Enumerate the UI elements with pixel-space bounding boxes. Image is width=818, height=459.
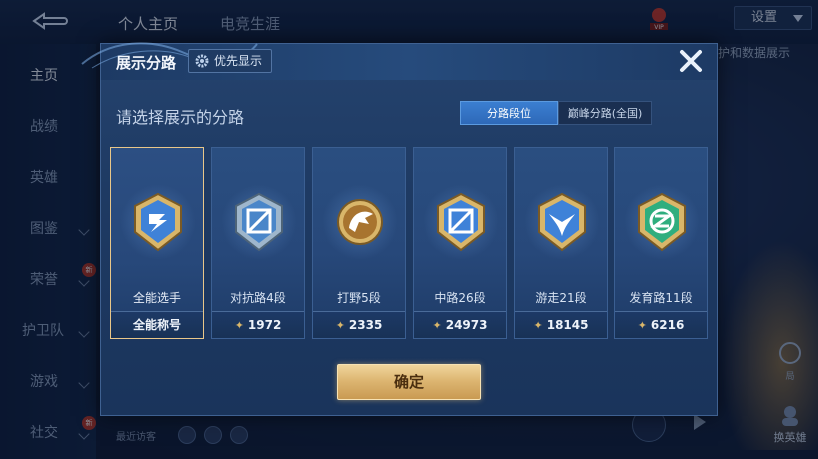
lane-card-jungle[interactable]: 打野5段 ✦ 2335 [312, 147, 406, 339]
farm-lane-badge-icon [638, 192, 686, 252]
priority-display-button[interactable]: 优先显示 [188, 49, 272, 73]
roam-badge-icon [538, 192, 586, 252]
rank-star-icon: ✦ [335, 319, 345, 332]
rank-star-icon: ✦ [432, 319, 442, 332]
lane-card-title: 全能称号 [111, 312, 203, 338]
lane-card-score: ✦ 18145 [515, 312, 607, 338]
lane-card-farm[interactable]: 发育路11段 ✦ 6216 [614, 147, 708, 339]
rank-star-icon: ✦ [533, 319, 543, 332]
select-lane-prompt: 请选择展示的分路 [116, 108, 245, 127]
clash-lane-badge-icon [235, 192, 283, 252]
lane-card-score: ✦ 6216 [615, 312, 707, 338]
mid-lane-badge-icon [437, 192, 485, 252]
lane-card-score: ✦ 2335 [313, 312, 405, 338]
tab-peak-lane[interactable]: 巅峰分路(全国) [558, 101, 652, 125]
lane-card-score: ✦ 24973 [414, 312, 506, 338]
lane-card-mid[interactable]: 中路26段 ✦ 24973 [413, 147, 507, 339]
lane-card-score-value: 6216 [650, 318, 685, 332]
lane-card-label: 发育路11段 [629, 291, 693, 305]
jungle-badge-icon [337, 199, 383, 245]
lane-card-label: 全能选手 [132, 291, 181, 305]
lane-card-label: 对抗路4段 [230, 291, 286, 305]
confirm-button[interactable]: 确定 [337, 364, 481, 400]
dialog-title: 展示分路 [116, 54, 177, 72]
tab-lane-rank[interactable]: 分路段位 [460, 101, 558, 125]
all-round-badge-icon [134, 192, 182, 252]
lane-card-clash[interactable]: 对抗路4段 ✦ 1972 [211, 147, 305, 339]
priority-display-label: 优先显示 [214, 54, 263, 68]
gear-icon [195, 54, 209, 68]
lane-card-label: 打野5段 [337, 291, 381, 305]
lane-card-score-value: 24973 [445, 318, 488, 332]
lane-card-label: 游走21段 [535, 291, 587, 305]
lane-card-score: ✦ 1972 [212, 312, 304, 338]
lane-card-label: 中路26段 [434, 291, 486, 305]
lane-card-all-round[interactable]: 全能选手 全能称号 [110, 147, 204, 339]
lane-card-score-value: 2335 [348, 318, 383, 332]
lane-card-score-value: 18145 [546, 318, 589, 332]
lane-card-score-value: 1972 [247, 318, 282, 332]
rank-star-icon: ✦ [234, 319, 244, 332]
rank-star-icon: ✦ [637, 319, 647, 332]
close-icon[interactable] [676, 46, 706, 76]
lane-card-roam[interactable]: 游走21段 ✦ 18145 [514, 147, 608, 339]
